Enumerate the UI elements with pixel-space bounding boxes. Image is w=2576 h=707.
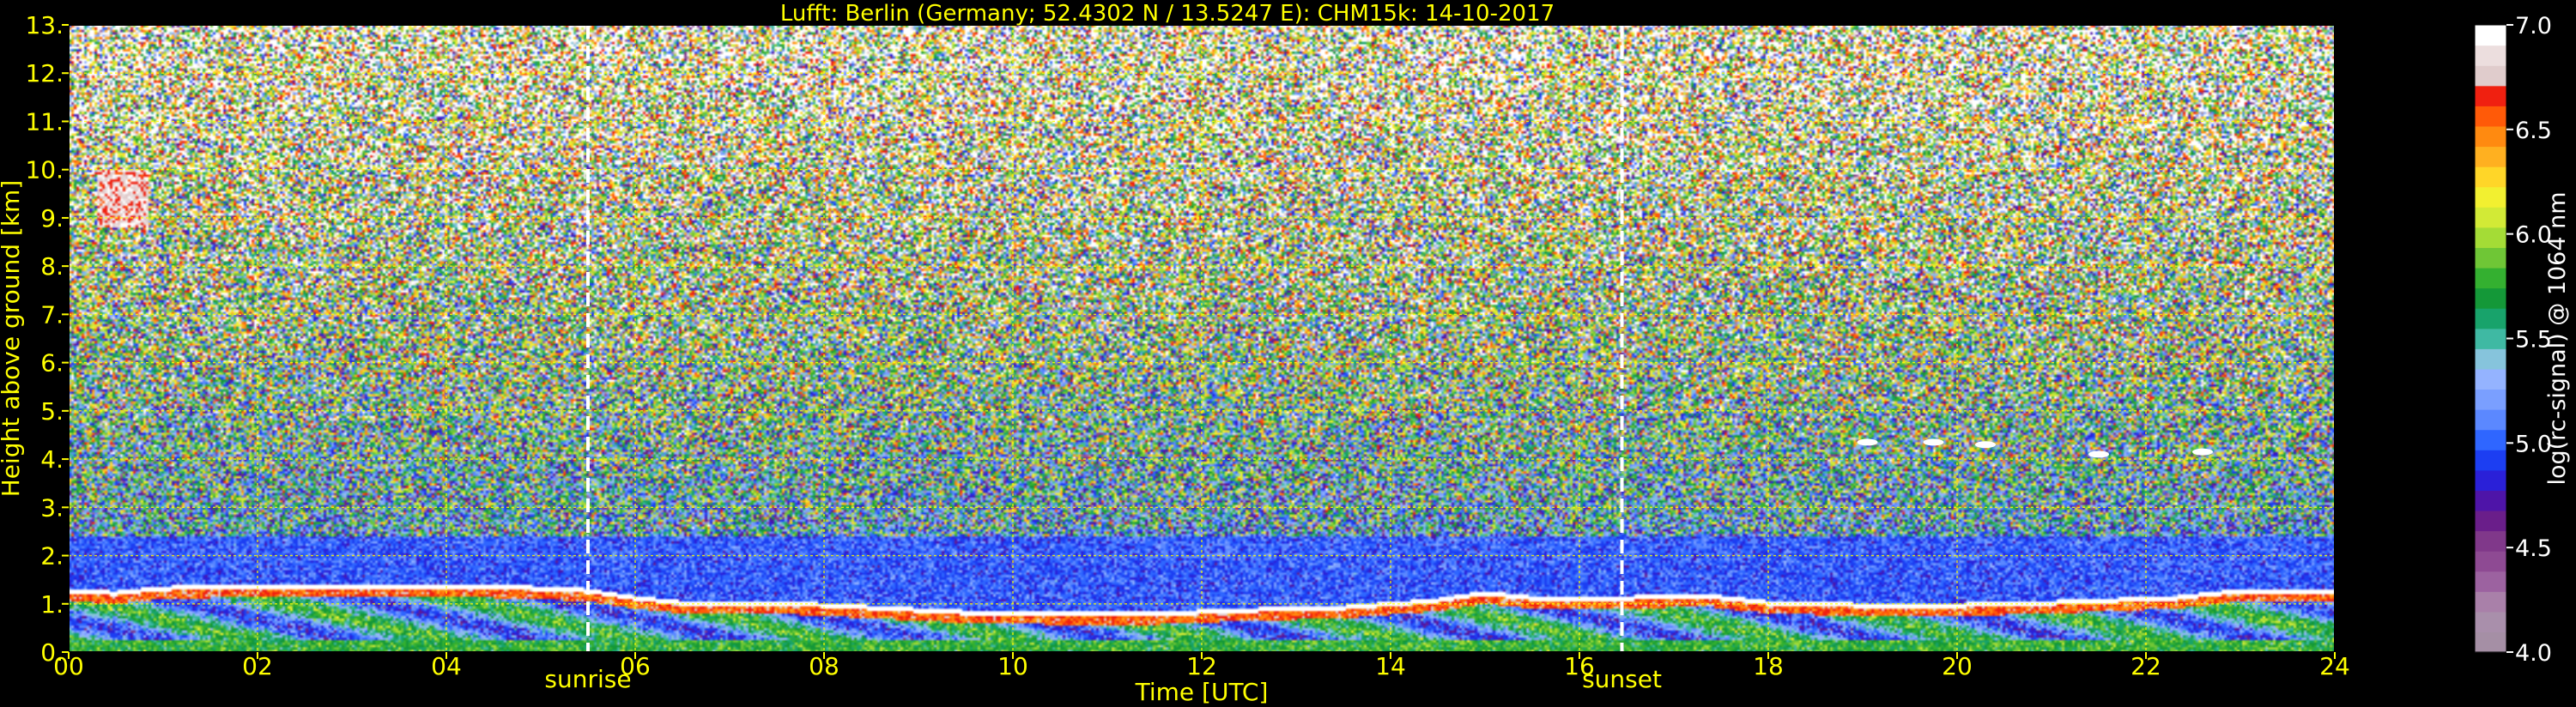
x-tick-label: 22 xyxy=(2131,652,2161,680)
y-tick-label: 10. xyxy=(25,156,64,184)
colorbar-tick-label: 6.5 xyxy=(2515,118,2552,144)
cloud-mark xyxy=(1975,441,1996,449)
y-tick-label: 5. xyxy=(40,397,64,426)
sunset-label: sunset xyxy=(1582,665,1662,693)
chart-title: Lufft: Berlin (Germany; 52.4302 N / 13.5… xyxy=(780,1,1555,27)
colorbar-tick-label: 4.0 xyxy=(2515,640,2552,667)
colorbar-segment xyxy=(2475,551,2506,572)
y-tick-label: 9. xyxy=(40,204,64,233)
cloud-mark xyxy=(2192,448,2213,456)
cloud-mark xyxy=(1857,438,1878,446)
y-tick-label: 1. xyxy=(40,590,64,619)
colorbar-segment xyxy=(2475,611,2506,633)
colorbar-segment xyxy=(2475,227,2506,248)
colorbar-segment xyxy=(2475,146,2506,167)
x-tick-label: 20 xyxy=(1942,652,1973,680)
y-tick-label: 6. xyxy=(40,349,64,378)
colorbar-segment xyxy=(2475,510,2506,532)
colorbar-segment xyxy=(2475,186,2506,208)
colorbar-segment xyxy=(2475,368,2506,390)
colorbar-segment xyxy=(2475,389,2506,410)
y-tick-label: 12. xyxy=(25,59,64,88)
y-tick-label: 4. xyxy=(40,445,64,474)
x-tick-label: 12 xyxy=(1186,652,1217,680)
colorbar-segment xyxy=(2475,85,2506,106)
colorbar-segment xyxy=(2475,409,2506,431)
colorbar-segment xyxy=(2475,125,2506,148)
colorbar-segment xyxy=(2475,166,2506,188)
y-tick-label: 11. xyxy=(25,107,64,136)
x-tick-label: 14 xyxy=(1375,652,1406,680)
colorbar-segment xyxy=(2475,530,2506,552)
colorbar-label: log(rc-signal) @ 1064 nm xyxy=(2544,191,2571,485)
y-tick-label: 2. xyxy=(40,542,64,571)
y-axis-label: Height above ground [km] xyxy=(0,180,25,498)
colorbar-segment xyxy=(2475,631,2506,653)
colorbar xyxy=(2474,24,2507,653)
x-tick-label: 10 xyxy=(997,652,1028,680)
colorbar-segment xyxy=(2475,469,2506,491)
y-tick-label: 8. xyxy=(40,252,64,281)
cloud-mark xyxy=(2088,450,2109,458)
colorbar-segment xyxy=(2475,308,2506,329)
x-tick-label: 24 xyxy=(2319,652,2350,680)
x-tick-label: 08 xyxy=(809,652,839,680)
x-tick-label: 04 xyxy=(431,652,462,680)
y-tick-label: 0. xyxy=(40,638,64,667)
colorbar-segment xyxy=(2475,65,2506,87)
colorbar-tick-label: 4.5 xyxy=(2515,535,2552,562)
colorbar-segment xyxy=(2475,490,2506,511)
colorbar-segment xyxy=(2475,591,2506,613)
colorbar-segment xyxy=(2475,106,2506,127)
y-tick-label: 7. xyxy=(40,300,64,329)
colorbar-segment xyxy=(2475,571,2506,592)
colorbar-segment xyxy=(2475,328,2506,349)
colorbar-segment xyxy=(2475,207,2506,228)
y-tick-label: 13. xyxy=(25,11,64,39)
colorbar-segment xyxy=(2475,25,2506,46)
colorbar-segment xyxy=(2475,287,2506,309)
colorbar-segment xyxy=(2475,450,2506,471)
cloud-mark xyxy=(1923,438,1944,446)
sunrise-label: sunrise xyxy=(544,665,631,693)
x-tick-label: 02 xyxy=(242,652,273,680)
colorbar-segment xyxy=(2475,247,2506,269)
x-axis-label: Time [UTC] xyxy=(1135,678,1269,706)
colorbar-tick-label: 7.0 xyxy=(2515,13,2552,39)
colorbar-segment xyxy=(2475,348,2506,370)
colorbar-segment xyxy=(2475,45,2506,66)
x-tick-label: 18 xyxy=(1753,652,1784,680)
ceilometer-chart: 00 02 04 06 08 10 12 14 16 18 20 22 24 0.1.2.3.4.5.6… xyxy=(0,0,2576,707)
colorbar-segment xyxy=(2475,267,2506,289)
y-tick-label: 3. xyxy=(40,493,64,522)
colorbar-segment xyxy=(2475,429,2506,450)
